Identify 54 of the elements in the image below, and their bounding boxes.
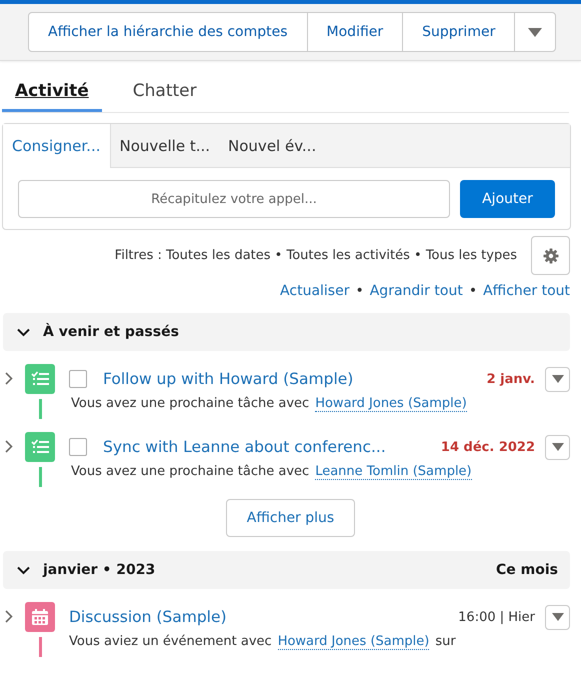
chevron-icon[interactable] [5, 610, 13, 623]
contact-link[interactable]: Leanne Tomlin (Sample) [315, 464, 472, 480]
action-button[interactable]: Afficher la hiérarchie des comptes [29, 13, 307, 51]
link[interactable]: Actualiser [280, 283, 350, 299]
task-list-icon [25, 364, 55, 394]
settings-icon [542, 248, 558, 264]
activity-date: 14 déc. 2022 [440, 440, 535, 454]
activity-description: Vous avez une prochaine tâche avec [71, 464, 310, 480]
chevron-icon [17, 566, 30, 574]
section-title: janvier • 2023 [43, 562, 156, 578]
link[interactable]: Agrandir tout [370, 283, 463, 299]
checkbox[interactable] [69, 370, 87, 388]
section-title: À venir et passés [43, 324, 179, 340]
caret-icon [528, 28, 542, 36]
composer-tab[interactable]: Consigner... [3, 124, 110, 168]
chevron-icon [17, 328, 30, 336]
activity-date: 2 janv. [486, 372, 535, 386]
activity-title-link[interactable]: Discussion (Sample) [69, 608, 227, 626]
activity-description: Vous avez une prochaine tâche avec [71, 396, 310, 412]
separator-dot: • [468, 283, 478, 299]
item-menu-button[interactable] [545, 366, 570, 392]
separator-dot: • [355, 283, 364, 299]
composer-tab[interactable]: Nouvelle t... [110, 124, 220, 167]
activity-title-link[interactable]: Follow up with Howard (Sample) [103, 370, 354, 388]
chevron-icon[interactable] [5, 372, 13, 385]
action-button[interactable]: Supprimer [402, 13, 514, 51]
chevron-icon[interactable] [5, 440, 13, 453]
activity-title-link[interactable]: Sync with Leanne about conferenc... [103, 438, 386, 456]
caret-icon [552, 613, 564, 621]
caret-icon [552, 443, 564, 451]
contact-link[interactable]: Howard Jones (Sample) [278, 634, 430, 650]
section-header[interactable]: janvier • 2023 Ce mois [3, 551, 570, 589]
activity-date: 16:00 | Hier [458, 610, 535, 624]
item-menu-button[interactable] [545, 604, 570, 630]
add-button[interactable]: Ajouter [460, 180, 555, 218]
show-more-button[interactable]: Afficher plus [226, 499, 356, 537]
tab[interactable]: Activité [2, 75, 102, 112]
caret-icon [552, 375, 564, 383]
description-suffix: sur [435, 634, 456, 650]
checkbox[interactable] [69, 438, 87, 456]
filter-text: Filtres : Toutes les dates • Toutes les activités • Tous les types [114, 248, 517, 263]
tab[interactable]: Chatter [120, 75, 210, 112]
task-list-icon [25, 432, 55, 462]
settings-button[interactable] [531, 236, 570, 275]
contact-link[interactable]: Howard Jones (Sample) [315, 396, 467, 412]
link[interactable]: Afficher tout [483, 283, 570, 299]
calendar-icon [25, 602, 55, 632]
section-period: Ce mois [496, 562, 558, 578]
action-button[interactable]: Modifier [306, 13, 402, 51]
activity-description: Vous aviez un événement avec [69, 634, 272, 650]
item-menu-button[interactable] [545, 434, 570, 460]
composer-tab[interactable]: Nouvel év... [219, 124, 326, 167]
section-header[interactable]: À venir et passés [3, 313, 570, 351]
input-field[interactable]: Récapitulez votre appel... [18, 180, 450, 218]
